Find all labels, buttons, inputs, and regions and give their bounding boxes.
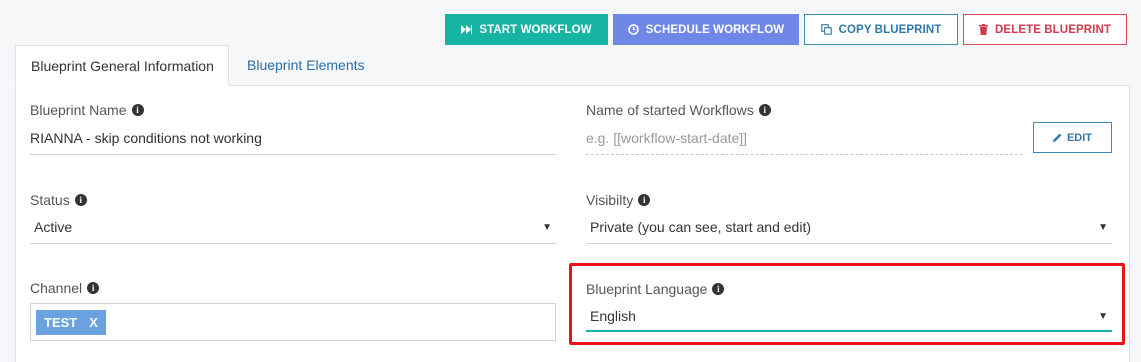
visibility-label: Visibilty i [586, 192, 651, 208]
visibility-label-text: Visibilty [586, 192, 634, 208]
status-label-text: Status [30, 192, 70, 208]
remove-tag-icon[interactable]: X [89, 315, 98, 330]
schedule-workflow-label: SCHEDULE WORKFLOW [645, 23, 785, 36]
caret-down-icon: ▼ [1098, 310, 1108, 322]
trash-icon [979, 24, 989, 35]
channel-tag-label: TEST [44, 315, 78, 330]
blueprint-name-label: Blueprint Name i [30, 102, 144, 118]
visibility-underline [586, 243, 1112, 244]
caret-down-icon: ▼ [542, 221, 552, 233]
language-label-text: Blueprint Language [586, 281, 708, 297]
channel-tag: TEST X [36, 310, 106, 335]
blueprint-name-label-text: Blueprint Name [30, 102, 127, 118]
language-value: English [590, 308, 636, 324]
delete-blueprint-button[interactable]: DELETE BLUEPRINT [963, 14, 1127, 45]
workflow-name-input[interactable]: e.g. [[workflow-start-date]] [586, 130, 747, 146]
channel-label: Channel i [30, 280, 100, 296]
edit-label: EDIT [1066, 131, 1093, 144]
status-label: Status i [30, 192, 87, 208]
tab-blueprint-elements[interactable]: Blueprint Elements [232, 45, 380, 86]
schedule-workflow-button[interactable]: SCHEDULE WORKFLOW [613, 14, 799, 45]
info-icon[interactable]: i [712, 283, 725, 295]
language-select[interactable]: English ▼ [586, 301, 1112, 331]
tab-general-information[interactable]: Blueprint General Information [15, 45, 229, 86]
delete-blueprint-label: DELETE BLUEPRINT [995, 23, 1111, 36]
start-workflow-button[interactable]: START WORKFLOW [445, 14, 608, 45]
info-icon[interactable]: i [758, 104, 771, 116]
channel-tag-input[interactable]: TEST X [30, 303, 556, 341]
visibility-value: Private (you can see, start and edit) [590, 219, 811, 235]
info-icon[interactable]: i [87, 282, 100, 294]
workflow-name-label: Name of started Workflows i [586, 102, 771, 118]
edit-button[interactable]: EDIT [1033, 122, 1112, 153]
status-select[interactable]: Active ▼ [30, 212, 556, 242]
pencil-icon [1052, 133, 1062, 142]
info-icon[interactable]: i [131, 104, 144, 116]
status-underline [30, 243, 556, 244]
blueprint-name-underline [30, 154, 556, 155]
start-workflow-label: START WORKFLOW [479, 23, 592, 36]
workflow-name-label-text: Name of started Workflows [586, 102, 754, 118]
copy-blueprint-label: COPY BLUEPRINT [838, 23, 942, 36]
clock-icon [627, 24, 639, 35]
info-icon[interactable]: i [74, 194, 87, 206]
info-icon[interactable]: i [638, 194, 651, 206]
language-underline [586, 330, 1112, 332]
status-value: Active [34, 219, 73, 235]
workflow-name-underline [586, 154, 1023, 155]
visibility-select[interactable]: Private (you can see, start and edit) ▼ [586, 212, 1112, 242]
blueprint-name-input[interactable]: RIANNA - skip conditions not working [30, 130, 262, 146]
copy-icon [820, 24, 832, 35]
copy-blueprint-button[interactable]: COPY BLUEPRINT [804, 14, 958, 45]
caret-down-icon: ▼ [1098, 221, 1108, 233]
fast-forward-icon [461, 25, 473, 34]
language-label: Blueprint Language i [586, 281, 725, 297]
channel-label-text: Channel [30, 280, 83, 296]
